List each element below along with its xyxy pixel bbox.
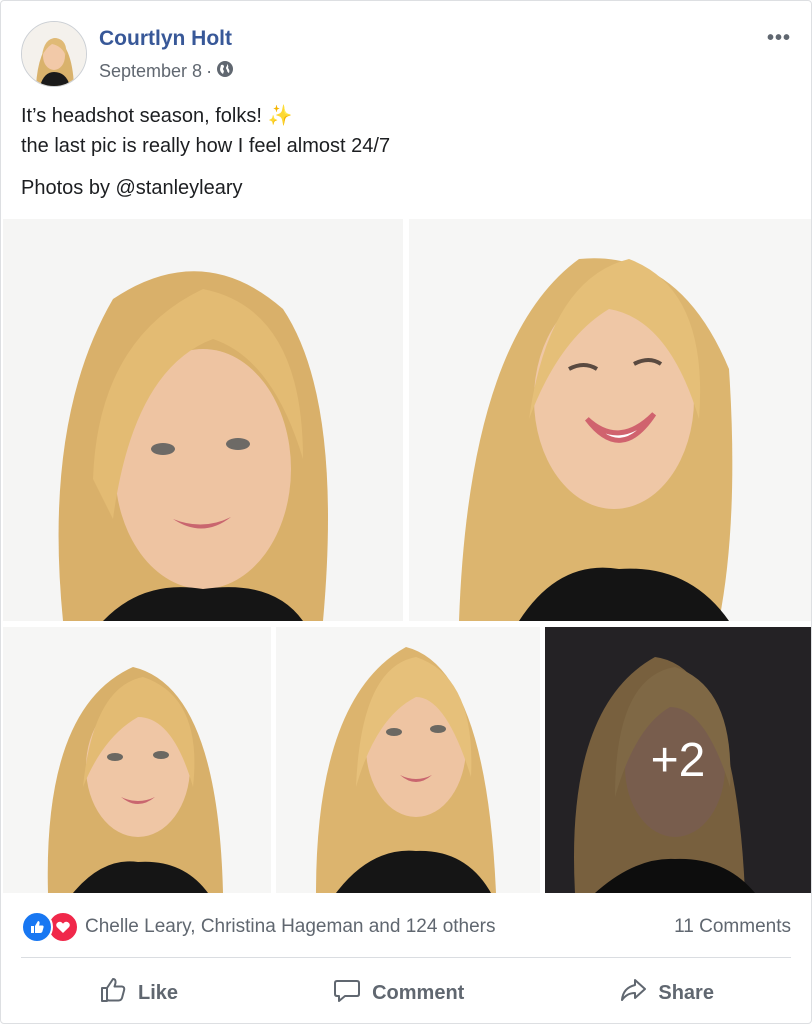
reaction-names-link[interactable]: Chelle Leary, Christina Hageman and 124 … [85,916,496,938]
comments-count-link[interactable]: 11 Comments [674,916,791,938]
share-button[interactable]: Share [594,967,738,1019]
comment-button-label: Comment [372,981,465,1004]
author-avatar[interactable] [21,21,87,87]
photo-2-image [409,219,811,621]
photo-1[interactable] [3,219,403,621]
post-date-link[interactable]: September 8 [99,61,202,82]
more-photos-count: +2 [650,733,706,787]
more-options-button[interactable]: ••• [767,27,791,50]
actions-divider [21,957,791,958]
like-button-label: Like [138,981,179,1004]
photo-2[interactable] [409,219,811,621]
reaction-summary[interactable]: Chelle Leary, Christina Hageman and 124 … [21,911,496,943]
reactions-bar: Chelle Leary, Christina Hageman and 124 … [21,907,791,947]
like-reaction-icon [21,911,53,943]
photo-1-image [3,219,403,621]
like-button[interactable]: Like [74,967,202,1019]
share-button-label: Share [658,981,714,1004]
thumbs-up-icon [98,975,128,1011]
post-text-line-2: the last pic is really how I feel almost… [21,135,391,157]
share-arrow-icon [618,975,648,1011]
comment-button[interactable]: Comment [308,967,488,1019]
photo-5[interactable]: +2 [545,627,811,893]
photo-3-image [3,627,271,893]
author-name-link[interactable]: Courtlyn Holt [99,27,232,51]
photo-3[interactable] [3,627,271,893]
post-actions: Like Comment Share [21,967,791,1019]
post-header: Courtlyn Holt September 8 · ••• [21,21,791,87]
post-text-line-1-text: It’s headshot season, folks! [21,105,262,127]
comment-bubble-icon [332,975,362,1011]
post-text: It’s headshot season, folks! ✨ the last … [21,101,791,203]
post-text-line-1: It’s headshot season, folks! ✨ [21,101,791,131]
sparkles-emoji: ✨ [267,105,293,127]
globe-icon[interactable] [216,60,234,83]
post-card: Courtlyn Holt September 8 · ••• It’s hea… [0,0,812,1024]
post-meta: September 8 · [99,60,234,83]
avatar-image [22,22,86,86]
photo-4[interactable] [276,627,540,893]
photo-4-image [276,627,540,893]
meta-separator: · [206,61,213,81]
photo-credit: Photos by @stanleyleary [21,177,243,199]
